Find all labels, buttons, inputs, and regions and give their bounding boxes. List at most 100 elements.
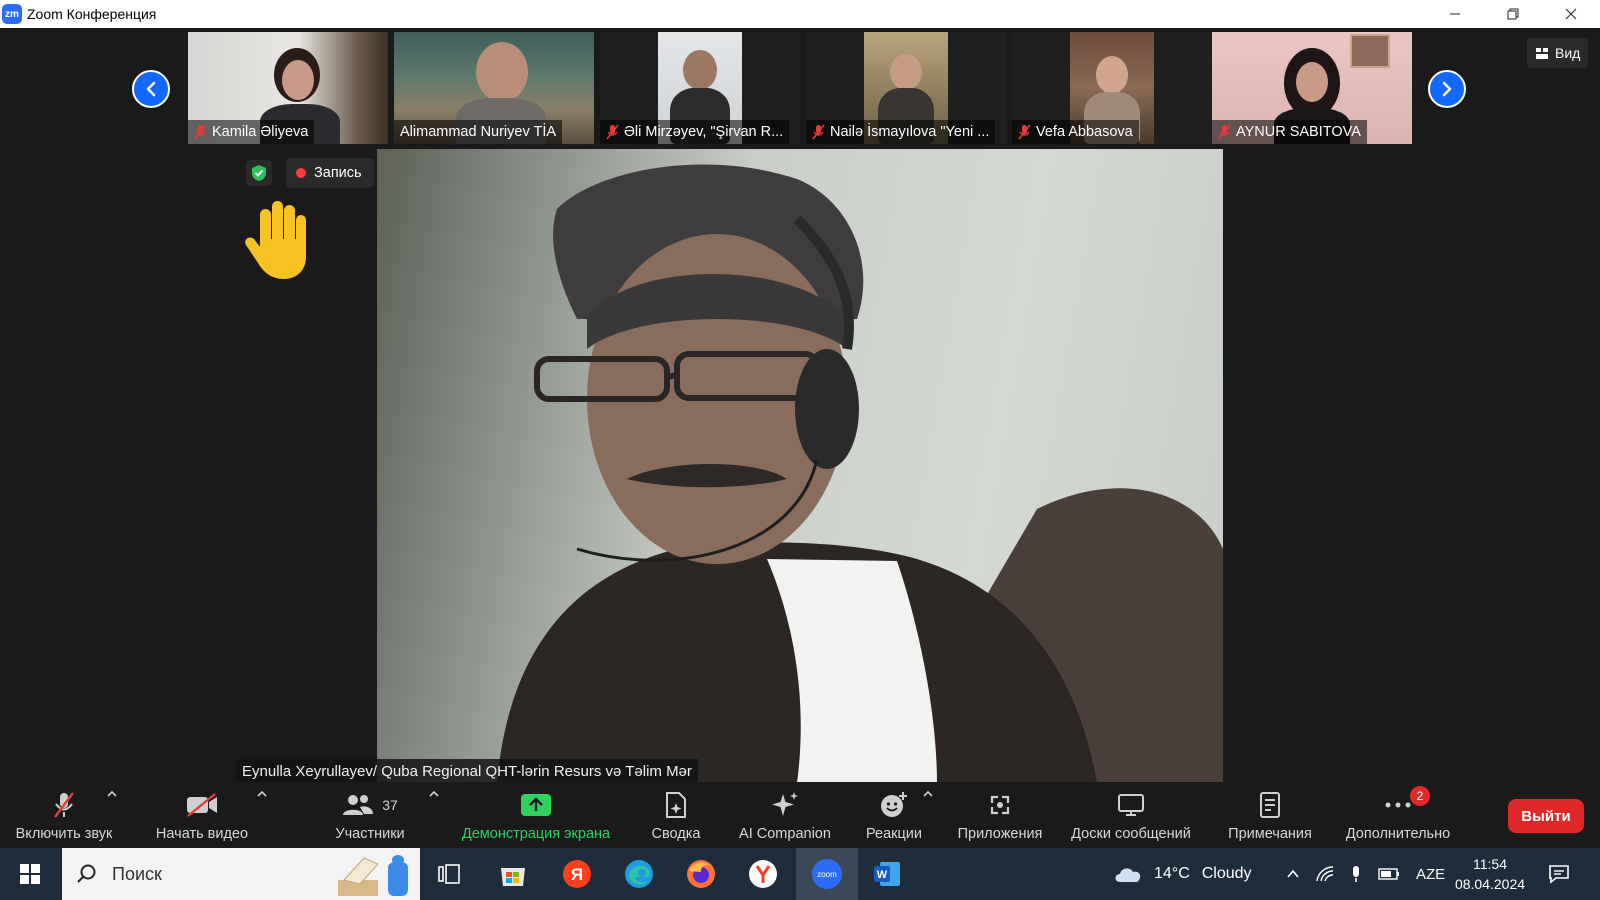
participant-name: Nailə İsmayılova "Yeni ... bbox=[830, 124, 990, 140]
svg-text:zoom: zoom bbox=[817, 870, 837, 879]
mic-muted-icon bbox=[606, 124, 619, 140]
more-button[interactable]: 2 Дополнительно bbox=[1338, 782, 1458, 848]
participant-tile[interactable]: Əli Mirzəyev, "Şirvan R... bbox=[600, 32, 800, 144]
shield-check-icon bbox=[252, 165, 266, 181]
recording-dot-icon bbox=[296, 168, 306, 178]
active-speaker-name: Eynulla Xeyrullayev/ Quba Regional QHT-l… bbox=[236, 759, 698, 783]
reactions-options-caret[interactable] bbox=[922, 788, 934, 800]
participant-tile[interactable]: Alimammad Nuriyev TİA bbox=[394, 32, 594, 144]
participant-name: AYNUR SABITOVA bbox=[1236, 124, 1361, 140]
svg-text:W: W bbox=[877, 869, 888, 881]
summary-button[interactable]: Сводка bbox=[634, 782, 718, 848]
unmute-label: Включить звук bbox=[15, 826, 113, 842]
share-screen-icon bbox=[521, 794, 551, 816]
taskbar-clock[interactable]: 11:54 08.04.2024 bbox=[1440, 854, 1540, 894]
participants-count: 37 bbox=[382, 797, 398, 813]
chevron-up-icon[interactable] bbox=[1286, 867, 1300, 881]
video-off-icon bbox=[187, 793, 217, 817]
participants-button[interactable]: 37 Участники bbox=[322, 782, 418, 848]
notes-label: Примечания bbox=[1228, 826, 1312, 842]
svg-text:Я: Я bbox=[571, 865, 583, 884]
participants-options-caret[interactable] bbox=[428, 788, 440, 800]
clock-date: 08.04.2024 bbox=[1454, 876, 1526, 892]
unmute-button[interactable]: Включить звук bbox=[12, 782, 116, 848]
apps-icon bbox=[990, 795, 1010, 815]
notes-button[interactable]: Примечания bbox=[1224, 782, 1316, 848]
close-button[interactable] bbox=[1542, 0, 1600, 28]
ai-companion-button[interactable]: AI Companion bbox=[732, 782, 838, 848]
title-bar: zm Zoom Конференция bbox=[0, 0, 1600, 28]
security-badge[interactable] bbox=[246, 160, 272, 186]
battery-icon[interactable] bbox=[1378, 867, 1400, 881]
search-placeholder: Поиск bbox=[112, 863, 162, 884]
recording-indicator[interactable]: Запись bbox=[286, 158, 374, 188]
share-screen-button[interactable]: Демонстрация экрана bbox=[456, 782, 616, 848]
participants-icon bbox=[343, 795, 374, 815]
zoom-logo-icon: zm bbox=[2, 4, 22, 24]
participant-tile[interactable]: AYNUR SABITOVA bbox=[1212, 32, 1412, 144]
yandex-app[interactable]: Я bbox=[560, 857, 594, 891]
participants-label: Участники bbox=[335, 826, 405, 842]
whiteboards-button[interactable]: Доски сообщений bbox=[1066, 782, 1196, 848]
chevron-up-icon bbox=[107, 790, 117, 797]
microphone-icon[interactable] bbox=[1350, 865, 1362, 883]
start-button[interactable] bbox=[0, 848, 60, 900]
reactions-label: Реакции bbox=[865, 826, 922, 842]
wall-portrait bbox=[1350, 34, 1390, 68]
mic-muted-icon bbox=[812, 124, 825, 140]
apps-label: Приложения bbox=[957, 826, 1043, 842]
participant-tile[interactable]: Vefa Abbasova bbox=[1012, 32, 1212, 144]
meeting-toolbar: Включить звук Начать видео 37 Участники … bbox=[0, 782, 1600, 848]
edge-app[interactable] bbox=[622, 857, 656, 891]
participant-nameplate: Əli Mirzəyev, "Şirvan R... bbox=[600, 120, 790, 144]
whiteboard-icon bbox=[1118, 794, 1144, 816]
task-view-icon bbox=[438, 864, 460, 884]
weather-condition: Cloudy bbox=[1201, 865, 1252, 882]
leave-meeting-button[interactable]: Выйти bbox=[1508, 799, 1584, 833]
audio-options-caret[interactable] bbox=[106, 788, 118, 800]
firefox-app[interactable] bbox=[684, 857, 718, 891]
clock-time: 11:54 bbox=[1473, 856, 1507, 872]
microsoft-store-icon bbox=[501, 868, 525, 886]
chevron-up-icon bbox=[257, 790, 267, 797]
wifi-icon[interactable] bbox=[1316, 866, 1334, 882]
start-video-button[interactable]: Начать видео bbox=[150, 782, 254, 848]
store-app[interactable] bbox=[496, 857, 530, 891]
participant-strip: Kamila Əliyeva Alimammad Nuriyev TİA Əli… bbox=[188, 32, 1412, 144]
participant-tile[interactable]: Kamila Əliyeva bbox=[188, 32, 388, 144]
whiteboards-label: Доски сообщений bbox=[1071, 826, 1191, 842]
mic-muted-icon bbox=[194, 124, 207, 140]
video-options-caret[interactable] bbox=[256, 788, 268, 800]
reactions-smiley-icon bbox=[881, 792, 907, 817]
participant-nameplate: Kamila Əliyeva bbox=[188, 120, 315, 144]
task-view-button[interactable] bbox=[432, 857, 466, 891]
next-page-button[interactable] bbox=[1428, 70, 1466, 108]
yandex-browser-icon bbox=[749, 860, 777, 888]
active-speaker-video[interactable] bbox=[377, 149, 1223, 783]
speaker-scene bbox=[497, 164, 1223, 783]
view-button[interactable]: Вид bbox=[1527, 38, 1589, 68]
start-video-label: Начать видео bbox=[155, 826, 249, 842]
notifications-button[interactable] bbox=[1548, 848, 1570, 900]
previous-page-button[interactable] bbox=[132, 70, 170, 108]
participant-nameplate: AYNUR SABITOVA bbox=[1212, 120, 1367, 144]
minimize-button[interactable] bbox=[1426, 0, 1484, 28]
restore-button[interactable] bbox=[1484, 0, 1542, 28]
yandex-browser-app[interactable] bbox=[746, 857, 780, 891]
share-screen-label: Демонстрация экрана bbox=[461, 826, 611, 842]
weather-widget[interactable]: 14°C Cloudy bbox=[1112, 848, 1252, 900]
mic-muted-icon bbox=[1218, 124, 1231, 140]
more-dots-icon bbox=[1385, 802, 1411, 808]
yandex-icon: Я bbox=[563, 860, 591, 888]
apps-button[interactable]: Приложения bbox=[950, 782, 1050, 848]
participant-tile[interactable]: Nailə İsmayılova "Yeni ... bbox=[806, 32, 1006, 144]
more-notification-badge: 2 bbox=[1410, 786, 1430, 806]
windows-logo-icon bbox=[20, 864, 40, 884]
word-app[interactable]: W bbox=[870, 857, 904, 891]
zoom-app[interactable]: zoom bbox=[810, 857, 844, 891]
summary-label: Сводка bbox=[651, 826, 701, 842]
mic-muted-icon bbox=[1018, 124, 1031, 140]
participant-nameplate: Alimammad Nuriyev TİA bbox=[394, 120, 563, 144]
taskbar-search-box[interactable]: Поиск bbox=[62, 848, 420, 900]
more-label: Дополнительно bbox=[1345, 826, 1451, 842]
